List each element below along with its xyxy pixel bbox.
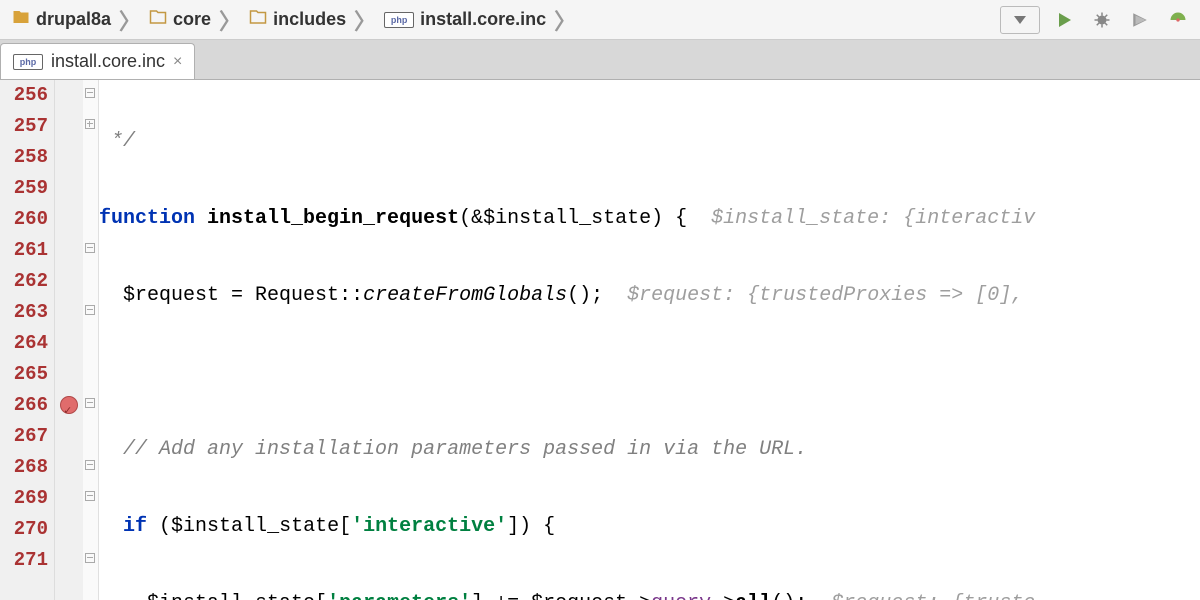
breakpoint-icon[interactable]	[60, 396, 78, 414]
fold-toggle-icon[interactable]	[85, 88, 95, 98]
line-number[interactable]: 268	[0, 452, 48, 483]
keyword: function	[99, 207, 195, 230]
breadcrumb-label: includes	[273, 9, 346, 30]
editor-tab[interactable]: php install.core.inc ×	[0, 43, 195, 79]
string: 'parameters'	[327, 592, 471, 600]
line-number[interactable]: 270	[0, 514, 48, 545]
inline-hint: $request: {trustedProxies => [0],	[627, 284, 1023, 307]
keyword: if	[123, 515, 147, 538]
fold-toggle-icon[interactable]	[85, 553, 95, 563]
fold-toggle-icon[interactable]	[85, 243, 95, 253]
class-name: Request	[255, 284, 339, 307]
breadcrumb-item-includes[interactable]: includes	[245, 8, 350, 31]
variable: $request	[531, 592, 627, 600]
run-toolbar	[1000, 6, 1192, 34]
inline-hint: $request: {truste	[831, 592, 1035, 600]
code-area[interactable]: */ function install_begin_request(&$inst…	[99, 80, 1200, 600]
chevron-right-icon: 〉	[350, 4, 380, 36]
line-number[interactable]: 262	[0, 266, 48, 297]
line-number[interactable]: 267	[0, 421, 48, 452]
variable: $install_state	[147, 592, 315, 600]
line-number[interactable]: 265	[0, 359, 48, 390]
comment: // Add any installation parameters passe…	[123, 438, 807, 461]
variable: $request	[123, 284, 219, 307]
code-editor[interactable]: 256 257 258 259 260 261 262 263 264 265 …	[0, 80, 1200, 600]
chevron-right-icon: 〉	[550, 4, 580, 36]
tab-label: install.core.inc	[51, 51, 165, 72]
breakpoint-gutter[interactable]	[55, 80, 83, 600]
folder-icon	[12, 8, 30, 31]
fold-toggle-icon[interactable]	[85, 305, 95, 315]
line-number[interactable]: 257	[0, 111, 48, 142]
fold-gutter[interactable]	[83, 80, 99, 600]
string: 'interactive'	[351, 515, 507, 538]
breadcrumb-item-file[interactable]: php install.core.inc	[380, 9, 550, 30]
coverage-button[interactable]	[1126, 6, 1154, 34]
chevron-right-icon: 〉	[115, 4, 145, 36]
run-config-dropdown[interactable]	[1000, 6, 1040, 34]
variable: $install_state	[171, 515, 339, 538]
method-call: createFromGlobals	[363, 284, 567, 307]
line-number[interactable]: 256	[0, 80, 48, 111]
line-number-gutter[interactable]: 256 257 258 259 260 261 262 263 264 265 …	[0, 80, 55, 600]
listen-button[interactable]	[1164, 6, 1192, 34]
breadcrumb-label: install.core.inc	[420, 9, 546, 30]
fold-toggle-icon[interactable]	[85, 460, 95, 470]
fold-toggle-icon[interactable]	[85, 119, 95, 129]
breadcrumb-label: core	[173, 9, 211, 30]
line-number[interactable]: 269	[0, 483, 48, 514]
chevron-right-icon: 〉	[215, 4, 245, 36]
line-number[interactable]: 259	[0, 173, 48, 204]
line-number[interactable]: 260	[0, 204, 48, 235]
editor-tab-bar: php install.core.inc ×	[0, 40, 1200, 80]
parameter: &$install_state	[471, 207, 651, 230]
folder-icon	[149, 8, 167, 31]
breadcrumb-label: drupal8a	[36, 9, 111, 30]
line-number[interactable]: 263	[0, 297, 48, 328]
breadcrumb-item-core[interactable]: core	[145, 8, 215, 31]
line-number[interactable]: 258	[0, 142, 48, 173]
method-call: all	[735, 592, 771, 600]
fold-toggle-icon[interactable]	[85, 398, 95, 408]
run-button[interactable]	[1050, 6, 1078, 34]
debug-button[interactable]	[1088, 6, 1116, 34]
member: query	[651, 592, 711, 600]
function-name: install_begin_request	[207, 207, 459, 230]
close-icon[interactable]: ×	[173, 53, 182, 71]
inline-hint: $install_state: {interactiv	[711, 207, 1035, 230]
line-number[interactable]: 261	[0, 235, 48, 266]
line-number[interactable]: 266	[0, 390, 48, 421]
line-number[interactable]: 264	[0, 328, 48, 359]
folder-icon	[249, 8, 267, 31]
breadcrumb-bar: drupal8a 〉 core 〉 includes 〉 php install…	[0, 0, 1200, 40]
comment: */	[111, 130, 135, 153]
line-number[interactable]: 271	[0, 545, 48, 576]
php-file-icon: php	[384, 12, 414, 28]
fold-toggle-icon[interactable]	[85, 491, 95, 501]
breadcrumb-item-root[interactable]: drupal8a	[8, 8, 115, 31]
php-file-icon: php	[13, 54, 43, 70]
